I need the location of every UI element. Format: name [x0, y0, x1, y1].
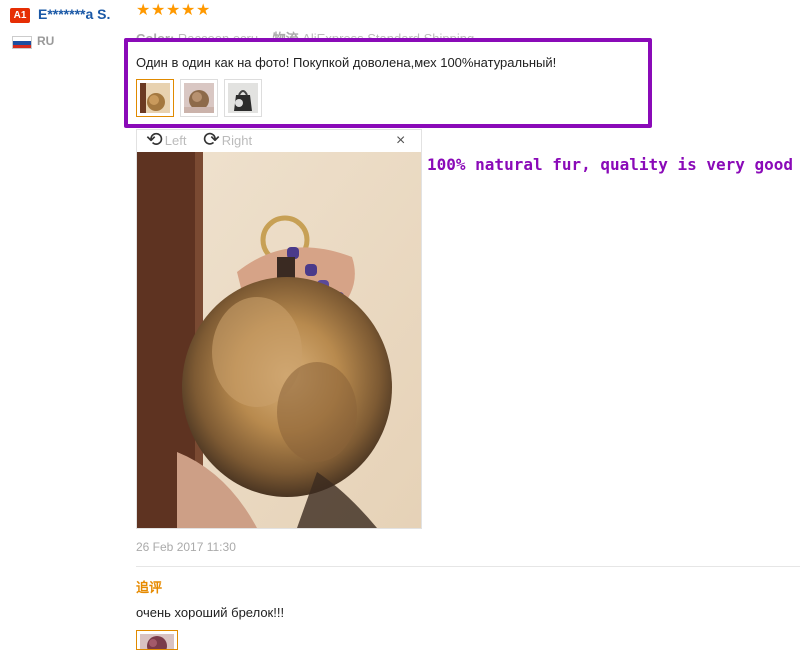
followup-text: очень хороший брелок!!!: [136, 605, 285, 620]
review-text: Один в один как на фото! Покупкой доволе…: [136, 55, 557, 70]
star-icon: ★: [136, 2, 151, 19]
divider: [136, 566, 800, 567]
rotate-right-label: Right: [221, 132, 253, 148]
review-date: 26 Feb 2017 11:30: [136, 540, 236, 554]
rotate-right-button[interactable]: ⟳ Right: [203, 130, 252, 150]
reviewer-country: RU: [37, 34, 55, 48]
followup-photo-thumb[interactable]: [136, 630, 178, 650]
rotate-left-icon: ⟲: [146, 129, 163, 151]
star-icon: ★: [181, 2, 196, 19]
rotate-left-button[interactable]: ⟲ Left: [146, 130, 186, 150]
rotate-left-label: Left: [164, 132, 187, 148]
review-photo-thumb[interactable]: [180, 79, 218, 117]
star-icon: ★: [166, 2, 181, 19]
star-icon: ★: [196, 2, 211, 19]
review-photo-large: [137, 152, 421, 528]
rotate-right-icon: ⟳: [203, 129, 220, 151]
russia-flag-icon: [12, 36, 32, 49]
star-rating: ★ ★ ★ ★ ★: [136, 2, 211, 22]
review-photo-thumb[interactable]: [136, 79, 174, 117]
annotation-text: 100% natural fur, quality is very good: [427, 155, 794, 174]
reviewer-name[interactable]: E*******a S.: [38, 6, 110, 22]
review-photo-thumbnails: [136, 79, 262, 117]
buyer-level-badge: A1: [10, 8, 30, 23]
close-viewer-button[interactable]: ×: [396, 132, 405, 150]
followup-title: 追评: [136, 580, 163, 595]
review-photo-thumb[interactable]: [224, 79, 262, 117]
star-icon: ★: [151, 2, 166, 19]
